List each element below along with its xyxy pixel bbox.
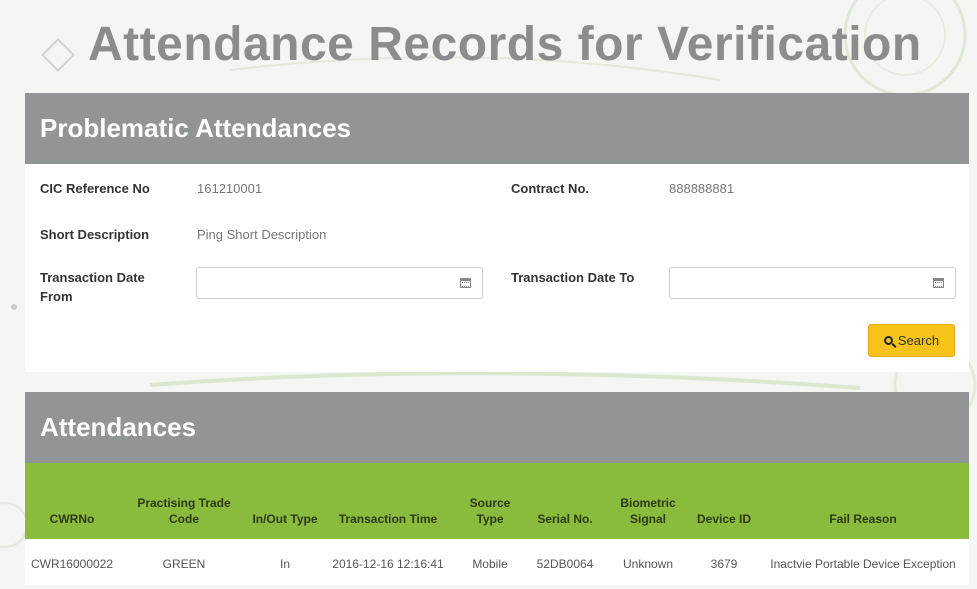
page-title: Attendance Records for Verification [88, 17, 922, 71]
attendances-panel: Attendances CWRNo Practising Trade Code … [25, 392, 969, 585]
date-from-field[interactable] [196, 267, 483, 299]
date-from-label: Transaction Date From [40, 270, 145, 304]
column-header[interactable]: Transaction Time [321, 463, 455, 539]
cell-cwrno: CWR16000022 [30, 557, 114, 571]
cell-inout-type: In [279, 557, 290, 571]
cell-trade-code: GREEN [162, 557, 206, 571]
problematic-attendances-panel: Problematic Attendances CIC Reference No… [25, 93, 969, 372]
table-row[interactable]: CWR16000022 GREEN In 2016-12-16 12:16:41… [25, 539, 969, 589]
search-button-label: Search [897, 333, 940, 348]
table-header-row: CWRNo Practising Trade Code In/Out Type … [25, 463, 969, 539]
column-header[interactable]: Fail Reason [757, 463, 969, 539]
cell-biometric-signal: Unknown [622, 557, 674, 571]
search-icon [883, 336, 893, 345]
calendar-icon [459, 278, 471, 288]
panel-title: Attendances [25, 392, 969, 463]
column-header[interactable]: Practising Trade Code [119, 463, 249, 539]
short-description-value: Ping Short Description [197, 227, 327, 242]
date-to-calendar-button[interactable] [921, 268, 955, 298]
column-header[interactable]: CWRNo [25, 463, 119, 539]
panel-title: Problematic Attendances [25, 93, 969, 164]
column-header[interactable]: Biometric Signal [605, 463, 691, 539]
cell-serial-no: 52DB0064 [536, 557, 594, 571]
calendar-icon [932, 278, 944, 288]
diamond-icon [41, 38, 75, 72]
page-header: Attendance Records for Verification [41, 8, 922, 80]
date-from-input[interactable] [197, 268, 458, 298]
cell-transaction-time: 2016-12-16 12:16:41 [332, 557, 444, 571]
search-button[interactable]: Search [868, 324, 955, 357]
cell-source-type: Mobile [472, 557, 508, 571]
column-header[interactable]: Source Type [455, 463, 525, 539]
attendances-table: CWRNo Practising Trade Code In/Out Type … [25, 463, 969, 589]
column-header[interactable]: Device ID [691, 463, 757, 539]
cell-device-id: 3679 [710, 557, 738, 571]
date-to-field[interactable] [669, 267, 956, 299]
date-from-calendar-button[interactable] [448, 268, 482, 298]
cell-fail-reason: Inactvie Portable Device Exception [770, 557, 956, 571]
date-to-input[interactable] [670, 268, 931, 298]
column-header[interactable]: In/Out Type [249, 463, 321, 539]
contract-no-label: Contract No. [511, 181, 589, 196]
date-to-label: Transaction Date To [511, 270, 635, 285]
contract-no-value: 888888881 [669, 181, 735, 196]
cic-reference-label: CIC Reference No [40, 181, 150, 196]
short-description-label: Short Description [40, 227, 150, 242]
cic-reference-value: 161210001 [197, 181, 263, 196]
column-header[interactable]: Serial No. [525, 463, 605, 539]
